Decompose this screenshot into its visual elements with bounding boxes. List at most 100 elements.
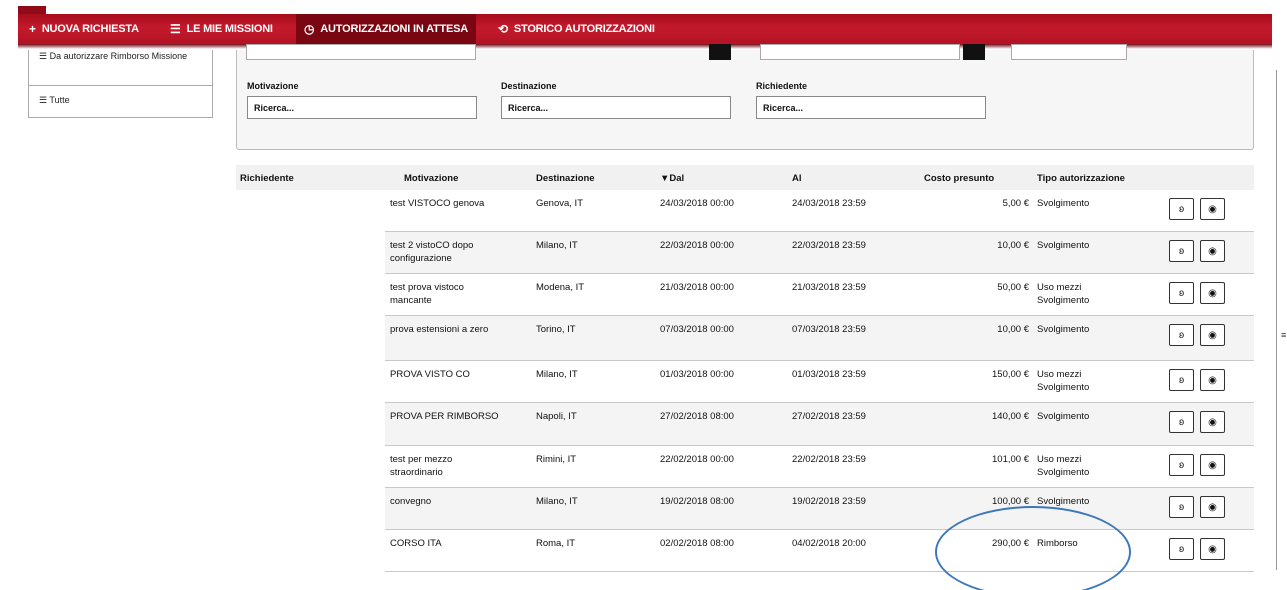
cell-al: 22/03/2018 23:59 [792, 240, 866, 251]
cell-tipo: Svolgimento [1037, 198, 1090, 209]
view-button[interactable]: ◉ [1200, 369, 1225, 391]
cell-motivazione: convegno [390, 496, 432, 507]
approve-button[interactable]: ʚ [1169, 538, 1194, 560]
cell-costo: 150,00 € [992, 369, 1029, 380]
cell-costo: 10,00 € [997, 324, 1029, 335]
nav-label: LE MIE MISSIONI [186, 23, 273, 35]
view-button[interactable]: ◉ [1200, 538, 1225, 560]
cell-costo: 140,00 € [992, 411, 1029, 422]
cell-costo: 5,00 € [1002, 198, 1029, 209]
cell-tipo: Svolgimento [1037, 240, 1090, 251]
view-button[interactable]: ◉ [1200, 198, 1225, 220]
sidebar-item-da-autorizzare[interactable]: ☰ Da autorizzare Rimborso Missione [39, 51, 199, 62]
cell-costo: 50,00 € [997, 282, 1029, 293]
eye-icon: ◉ [1208, 329, 1217, 341]
view-button[interactable]: ◉ [1200, 411, 1225, 433]
col-al[interactable]: Al [792, 173, 802, 184]
scrollbar[interactable] [1276, 70, 1287, 570]
sidebar-panel: ☰ Da autorizzare Rimborso Missione ☰ Tut… [28, 50, 213, 118]
cell-destinazione: Modena, IT [536, 282, 585, 293]
cell-al: 21/03/2018 23:59 [792, 282, 866, 293]
approve-button[interactable]: ʚ [1169, 240, 1194, 262]
cell-destinazione: Milano, IT [536, 240, 578, 251]
nav-label: STORICO AUTORIZZAZIONI [513, 23, 655, 35]
nav-storico-autorizzazioni[interactable]: ⟲ STORICO AUTORIZZAZIONI [498, 14, 655, 44]
col-costo-presunto[interactable]: Costo presunto [924, 173, 994, 184]
cell-dal: 07/03/2018 00:00 [660, 324, 734, 335]
cell-dal: 02/02/2018 08:00 [660, 538, 734, 549]
calendar-button[interactable] [963, 44, 985, 60]
cell-al: 24/03/2018 23:59 [792, 198, 866, 209]
sidebar-item-tutte[interactable]: ☰ Tutte [39, 95, 70, 106]
cell-dal: 22/03/2018 00:00 [660, 240, 734, 251]
approve-button[interactable]: ʚ [1169, 496, 1194, 518]
richiedente-cell [236, 232, 385, 572]
approve-icon: ʚ [1178, 245, 1185, 257]
destinazione-label: Destinazione [501, 81, 557, 91]
nav-le-mie-missioni[interactable]: ☰ LE MIE MISSIONI [170, 14, 273, 44]
cell-dal: 22/02/2018 00:00 [660, 454, 734, 465]
eye-icon: ◉ [1208, 245, 1217, 257]
richiedente-search-input[interactable]: Ricerca... [756, 96, 986, 119]
cell-motivazione: test VISTOCO genova [390, 198, 485, 209]
approve-icon: ʚ [1178, 501, 1185, 513]
eye-icon: ◉ [1208, 501, 1217, 513]
eye-icon: ◉ [1208, 374, 1217, 386]
approve-icon: ʚ [1178, 287, 1185, 299]
cell-dal: 24/03/2018 00:00 [660, 198, 734, 209]
col-destinazione[interactable]: Destinazione [536, 173, 595, 184]
scroll-handle-icon[interactable]: ≡ [1281, 330, 1286, 340]
richiedente-label: Richiedente [756, 81, 808, 91]
cell-motivazione: PROVA VISTO CO [390, 369, 470, 380]
cell-al: 19/02/2018 23:59 [792, 496, 866, 507]
cell-motivazione: test per mezzo straordinario [390, 454, 453, 478]
filter-select[interactable] [1011, 44, 1127, 60]
date-from-input[interactable] [246, 44, 476, 60]
calendar-button[interactable] [709, 44, 731, 60]
cell-al: 22/02/2018 23:59 [792, 454, 866, 465]
col-tipo-autorizzazione[interactable]: Tipo autorizzazione [1037, 173, 1125, 184]
date-to-input[interactable] [760, 44, 960, 60]
cell-destinazione: Torino, IT [536, 324, 576, 335]
nav-label: AUTORIZZAZIONI IN ATTESA [320, 23, 469, 35]
approve-button[interactable]: ʚ [1169, 198, 1194, 220]
cell-tipo: Uso mezzi Svolgimento [1037, 282, 1090, 306]
motivazione-search-input[interactable]: Ricerca... [247, 96, 477, 119]
view-button[interactable]: ◉ [1200, 282, 1225, 304]
approve-button[interactable]: ʚ [1169, 454, 1194, 476]
view-button[interactable]: ◉ [1200, 324, 1225, 346]
approve-button[interactable]: ʚ [1169, 369, 1194, 391]
sidebar-divider [29, 85, 212, 86]
col-dal[interactable]: ▼Dal [660, 173, 684, 184]
nav-nuova-richiesta[interactable]: + NUOVA RICHIESTA [29, 14, 139, 44]
cell-tipo: Svolgimento [1037, 324, 1090, 335]
nav-autorizzazioni-in-attesa[interactable]: ◷ AUTORIZZAZIONI IN ATTESA [296, 14, 477, 44]
cell-motivazione: test 2 vistoCO dopo configurazione [390, 240, 474, 264]
approve-button[interactable]: ʚ [1169, 411, 1194, 433]
motivazione-label: Motivazione [247, 81, 299, 91]
cell-destinazione: Milano, IT [536, 369, 578, 380]
cell-dal: 19/02/2018 08:00 [660, 496, 734, 507]
approve-icon: ʚ [1178, 203, 1185, 215]
approve-button[interactable]: ʚ [1169, 324, 1194, 346]
cell-dal: 21/03/2018 00:00 [660, 282, 734, 293]
cell-motivazione: prova estensioni a zero [390, 324, 489, 335]
cell-dal: 01/03/2018 00:00 [660, 369, 734, 380]
plus-icon: + [29, 22, 36, 36]
cell-tipo: Uso mezzi Svolgimento [1037, 454, 1090, 478]
cell-motivazione: test prova vistoco mancante [390, 282, 464, 306]
approve-icon: ʚ [1178, 374, 1185, 386]
view-button[interactable]: ◉ [1200, 240, 1225, 262]
cell-motivazione: PROVA PER RIMBORSO [390, 411, 499, 422]
col-motivazione[interactable]: Motivazione [404, 173, 458, 184]
eye-icon: ◉ [1208, 543, 1217, 555]
approve-icon: ʚ [1178, 459, 1185, 471]
view-button[interactable]: ◉ [1200, 454, 1225, 476]
highlight-circle [935, 506, 1131, 590]
destinazione-search-input[interactable]: Ricerca... [501, 96, 731, 119]
history-icon: ⟲ [498, 22, 508, 36]
col-richiedente[interactable]: Richiedente [240, 173, 294, 184]
view-button[interactable]: ◉ [1200, 496, 1225, 518]
approve-button[interactable]: ʚ [1169, 282, 1194, 304]
richiedente-cell [236, 190, 336, 232]
